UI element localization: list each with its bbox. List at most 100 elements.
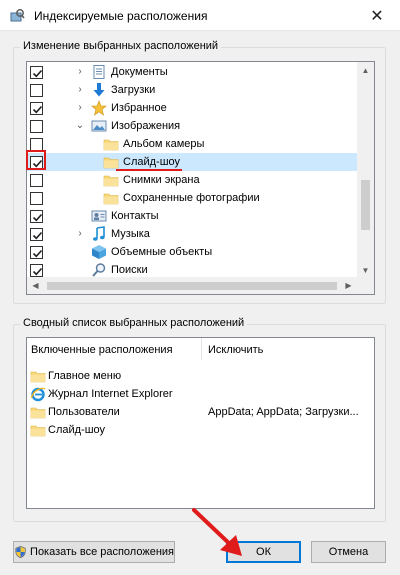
location-checkbox[interactable] bbox=[30, 192, 43, 205]
contacts-icon bbox=[91, 210, 107, 222]
column-header-included[interactable]: Включенные расположения bbox=[31, 344, 173, 356]
tree-item-label: Снимки экрана bbox=[123, 174, 200, 186]
downloads-icon bbox=[93, 83, 105, 97]
tree-item-label: Изображения bbox=[111, 120, 181, 132]
folder-icon bbox=[103, 172, 119, 188]
summary-list[interactable]: Включенные расположения Исключить Главно… bbox=[26, 337, 375, 509]
tree-horizontal-scrollbar[interactable]: ◀ ▶ bbox=[27, 277, 374, 294]
folder-icon bbox=[103, 139, 119, 151]
location-checkbox[interactable] bbox=[30, 174, 43, 187]
folder-icon bbox=[103, 157, 119, 169]
list-item[interactable]: Слайд-шоу bbox=[27, 421, 374, 439]
location-checkbox[interactable] bbox=[30, 102, 43, 115]
included-location-name: Слайд-шоу bbox=[48, 424, 106, 436]
location-checkbox[interactable] bbox=[30, 120, 43, 133]
tree-item-label: Контакты bbox=[111, 210, 159, 222]
shield-icon bbox=[15, 546, 26, 558]
hscroll-thumb[interactable] bbox=[47, 282, 337, 290]
scroll-left-icon[interactable]: ◀ bbox=[27, 277, 44, 294]
folder-icon bbox=[30, 371, 46, 383]
chevron-right-icon[interactable]: › bbox=[74, 228, 86, 240]
location-checkbox[interactable] bbox=[30, 210, 43, 223]
ok-label: ОК bbox=[256, 546, 271, 558]
annotation-underline bbox=[116, 169, 182, 171]
location-checkbox[interactable] bbox=[30, 66, 43, 79]
searches-icon bbox=[92, 263, 106, 277]
tree-row[interactable]: › Избранное bbox=[27, 99, 360, 117]
tree-row[interactable]: Альбом камеры bbox=[27, 135, 360, 153]
locations-group-legend: Изменение выбранных расположений bbox=[20, 40, 222, 52]
tree-item-label: Поиски bbox=[111, 264, 148, 276]
internet-explorer-icon bbox=[30, 386, 46, 402]
checkmark-icon bbox=[32, 267, 43, 276]
close-icon: ✕ bbox=[370, 7, 384, 25]
location-checkbox[interactable] bbox=[30, 228, 43, 241]
scroll-right-icon[interactable]: ▶ bbox=[340, 277, 357, 294]
tree-item-label: Объемные объекты bbox=[111, 246, 213, 258]
folder-icon bbox=[30, 407, 46, 419]
tree-row[interactable]: Сохраненные фотографии bbox=[27, 189, 360, 207]
title-bar: Индексируемые расположения ✕ bbox=[0, 0, 400, 31]
chevron-right-icon[interactable]: › bbox=[74, 66, 86, 78]
window-title: Индексируемые расположения bbox=[34, 9, 208, 23]
folder-icon bbox=[30, 425, 46, 437]
list-item[interactable]: Журнал Internet Explorer bbox=[27, 385, 374, 403]
folder-icon bbox=[103, 190, 119, 206]
cancel-button[interactable]: Отмена bbox=[311, 541, 386, 563]
show-all-locations-button[interactable]: Показать все расположения bbox=[13, 541, 175, 563]
column-header-exclude[interactable]: Исключить bbox=[208, 344, 263, 356]
favorites-star-icon bbox=[91, 100, 107, 116]
pictures-icon bbox=[91, 118, 107, 134]
tree-item-label: Слайд-шоу bbox=[123, 156, 181, 168]
tree-row[interactable]: Снимки экрана bbox=[27, 171, 360, 189]
folder-icon bbox=[103, 193, 119, 205]
tree-item-label: Альбом камеры bbox=[123, 138, 205, 150]
checkmark-icon bbox=[32, 105, 43, 114]
folder-icon bbox=[30, 404, 46, 420]
location-checkbox[interactable] bbox=[30, 84, 43, 97]
tree-item-label: Избранное bbox=[111, 102, 167, 114]
folder-icon bbox=[30, 368, 46, 384]
list-item[interactable]: Главное меню bbox=[27, 367, 374, 385]
music-icon bbox=[91, 226, 107, 242]
tree-row[interactable]: Объемные объекты bbox=[27, 243, 360, 261]
excluded-paths: AppData; AppData; Загрузки... bbox=[208, 406, 359, 418]
locations-tree[interactable]: › Документы › Загрузки › Избранное ⌄ Изображени… bbox=[26, 61, 375, 295]
internet-explorer-icon bbox=[30, 387, 46, 402]
tree-row[interactable]: ⌄ Изображения bbox=[27, 117, 360, 135]
location-checkbox[interactable] bbox=[30, 264, 43, 277]
music-icon bbox=[93, 226, 105, 241]
tree-row[interactable]: Контакты bbox=[27, 207, 360, 225]
3d-objects-icon bbox=[92, 245, 106, 259]
tree-row[interactable]: › Загрузки bbox=[27, 81, 360, 99]
contacts-icon bbox=[91, 208, 107, 224]
checkmark-icon bbox=[32, 69, 43, 78]
chevron-down-icon[interactable]: ⌄ bbox=[74, 120, 86, 132]
tree-row[interactable]: › Музыка bbox=[27, 225, 360, 243]
tree-item-label: Документы bbox=[111, 66, 168, 78]
chevron-right-icon[interactable]: › bbox=[74, 102, 86, 114]
scroll-corner bbox=[357, 277, 374, 294]
indexing-options-icon bbox=[10, 9, 25, 22]
list-item[interactable]: Пользователи AppData; AppData; Загрузки..… bbox=[27, 403, 374, 421]
location-checkbox[interactable] bbox=[30, 246, 43, 259]
summary-group-legend: Сводный список выбранных расположений bbox=[20, 317, 248, 329]
scroll-thumb[interactable] bbox=[361, 180, 370, 230]
annotation-arrow-icon bbox=[192, 508, 242, 556]
tree-row[interactable]: Слайд-шоу bbox=[27, 153, 360, 171]
checkmark-icon bbox=[32, 231, 43, 240]
chevron-right-icon[interactable]: › bbox=[74, 84, 86, 96]
tree-row[interactable]: › Документы bbox=[27, 63, 360, 81]
downloads-icon bbox=[91, 82, 107, 98]
annotation-checkbox-highlight bbox=[26, 150, 46, 170]
tree-vertical-scrollbar[interactable]: ▲ ▼ bbox=[357, 62, 374, 279]
tree-item-label: Сохраненные фотографии bbox=[123, 192, 260, 204]
included-location-name: Пользователи bbox=[48, 406, 120, 418]
close-button[interactable]: ✕ bbox=[354, 0, 400, 31]
documents-icon bbox=[91, 64, 107, 80]
folder-icon bbox=[103, 136, 119, 152]
scroll-up-icon[interactable]: ▲ bbox=[357, 62, 374, 79]
searches-icon bbox=[91, 262, 107, 278]
documents-icon bbox=[93, 65, 105, 79]
folder-icon bbox=[30, 422, 46, 438]
